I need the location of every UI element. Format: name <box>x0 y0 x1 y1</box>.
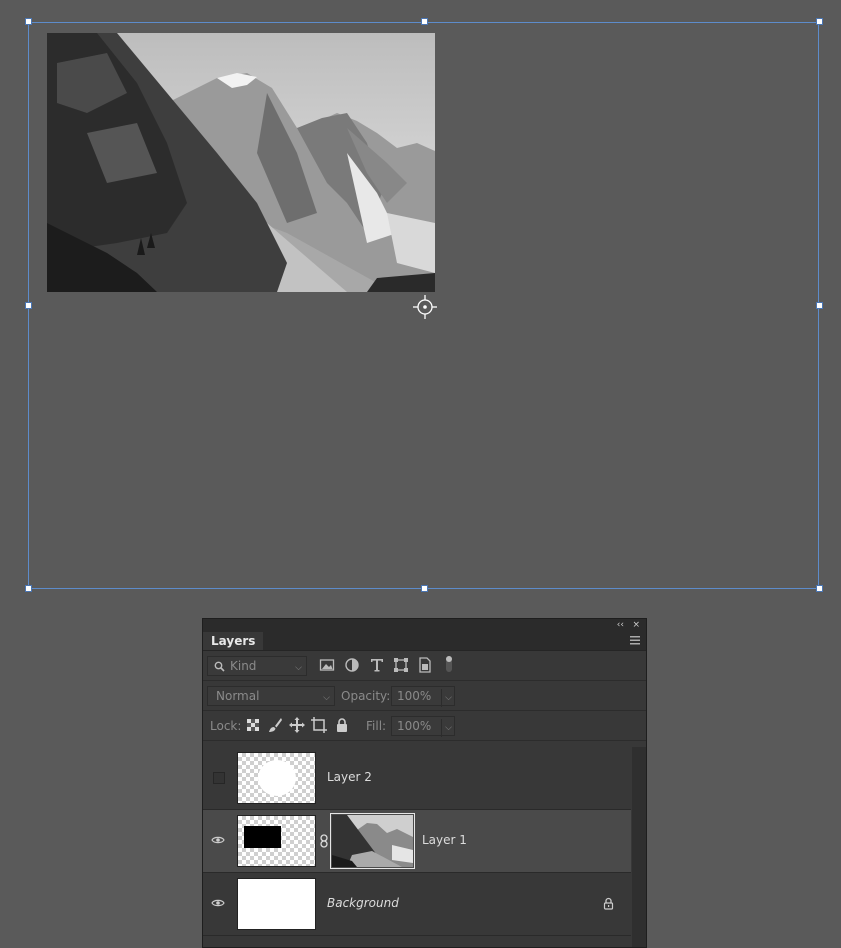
filter-adjustment-layer-icon[interactable] <box>344 657 360 673</box>
eye-icon[interactable] <box>211 833 225 847</box>
layer-1-image-thumbnail[interactable] <box>330 813 415 869</box>
opacity-value: 100% <box>397 689 432 703</box>
filter-toggle-switch-icon[interactable] <box>441 654 457 674</box>
eye-icon[interactable] <box>211 896 225 910</box>
filter-pixel-layer-icon[interactable] <box>319 657 335 673</box>
transform-handle-middle-left[interactable] <box>25 302 32 309</box>
blend-mode-value: Normal <box>216 689 260 703</box>
lock-image-pixels-brush-icon[interactable] <box>267 717 283 733</box>
lock-artboard-icon[interactable] <box>311 717 327 733</box>
chevron-down-icon: ⌵ <box>295 663 302 673</box>
visibility-toggle-off[interactable] <box>211 770 225 784</box>
layer-name[interactable]: Layer 2 <box>327 768 372 786</box>
layers-list: Layer 2 Layer 1 Background <box>203 747 631 936</box>
layer-name[interactable]: Layer 1 <box>422 831 467 849</box>
reference-point-icon[interactable] <box>413 295 437 319</box>
lock-icon[interactable] <box>603 897 614 910</box>
chevron-down-icon[interactable]: ⌵ <box>441 689 452 707</box>
panel-tab-bar: Layers <box>203 632 646 651</box>
layers-scrollbar[interactable] <box>632 747 646 947</box>
opacity-field[interactable]: 100% ⌵ <box>391 686 455 707</box>
opacity-label: Opacity: <box>341 689 391 703</box>
filter-row: Kind ⌵ <box>203 651 646 681</box>
fill-field[interactable]: 100% ⌵ <box>391 716 455 737</box>
layers-panel: ‹‹ × Layers Kind ⌵ Normal ⌵ Opacity: 100… <box>202 618 647 948</box>
lock-position-move-icon[interactable] <box>289 717 305 733</box>
filter-shape-layer-icon[interactable] <box>393 657 409 673</box>
collapse-panel-button[interactable]: ‹‹ <box>617 619 624 632</box>
layer-row-layer-1[interactable]: Layer 1 <box>203 810 631 873</box>
filter-kind-label: Kind <box>230 659 257 673</box>
link-chain-icon[interactable] <box>319 834 329 848</box>
lock-all-icon[interactable] <box>334 717 350 733</box>
tab-layers[interactable]: Layers <box>203 632 264 650</box>
fill-value: 100% <box>397 719 432 733</box>
layer-name[interactable]: Background <box>327 894 399 912</box>
transform-handle-bottom-center[interactable] <box>421 585 428 592</box>
layer-row-layer-2[interactable]: Layer 2 <box>203 747 631 810</box>
lock-transparent-pixels-icon[interactable] <box>245 717 261 733</box>
close-panel-button[interactable]: × <box>632 619 640 632</box>
transform-handle-top-right[interactable] <box>816 18 823 25</box>
transform-handle-top-left[interactable] <box>25 18 32 25</box>
transform-handle-middle-right[interactable] <box>816 302 823 309</box>
blend-row: Normal ⌵ Opacity: 100% ⌵ <box>203 681 646 711</box>
transform-handle-bottom-right[interactable] <box>816 585 823 592</box>
transform-handle-bottom-left[interactable] <box>25 585 32 592</box>
layer-row-background[interactable]: Background <box>203 873 631 936</box>
filter-kind-dropdown[interactable]: Kind ⌵ <box>207 656 307 676</box>
blend-mode-dropdown[interactable]: Normal ⌵ <box>207 686 335 706</box>
chevron-down-icon: ⌵ <box>323 693 330 703</box>
lock-label: Lock: <box>210 719 242 733</box>
filter-type-layer-icon[interactable] <box>369 657 385 673</box>
transform-handle-top-center[interactable] <box>421 18 428 25</box>
filter-smart-object-icon[interactable] <box>417 657 433 673</box>
search-icon <box>214 661 225 672</box>
chevron-down-icon[interactable]: ⌵ <box>441 719 452 737</box>
layer-1-mask-thumbnail[interactable] <box>237 815 316 867</box>
panel-header-strip: ‹‹ × <box>203 619 646 632</box>
panel-menu-icon[interactable] <box>630 636 640 645</box>
layer-2-thumbnail[interactable] <box>237 752 316 804</box>
fill-label: Fill: <box>366 719 387 733</box>
lock-row: Lock: Fill: 100% ⌵ <box>203 711 646 741</box>
background-thumbnail[interactable] <box>237 878 316 930</box>
